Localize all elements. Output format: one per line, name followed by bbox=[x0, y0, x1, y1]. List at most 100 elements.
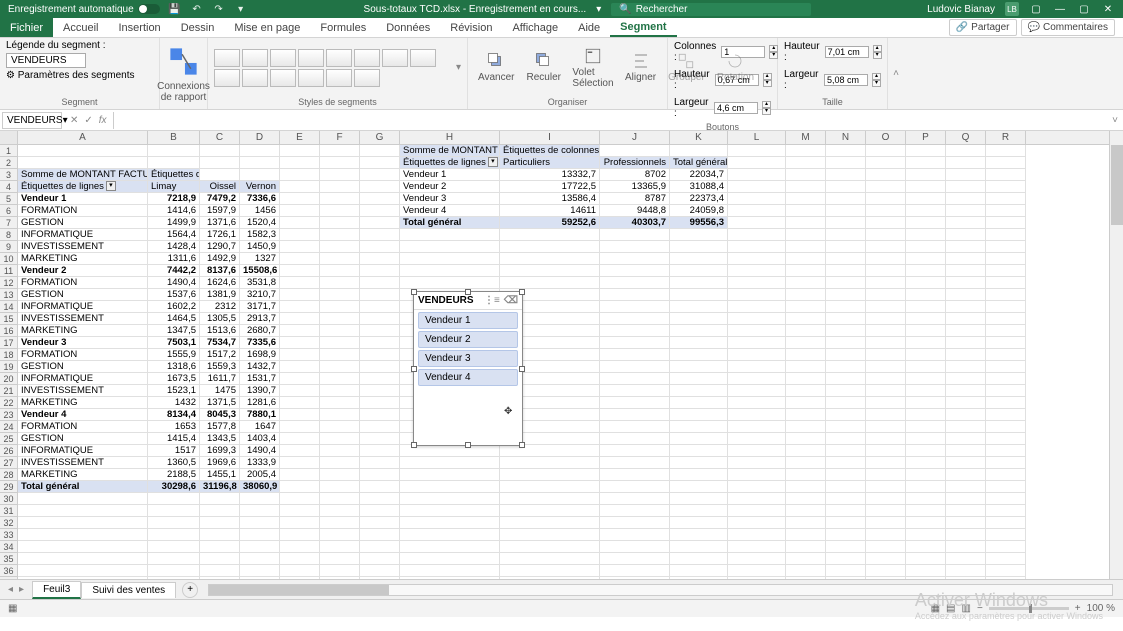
cell[interactable] bbox=[280, 373, 320, 385]
row-header[interactable]: 26 bbox=[0, 445, 18, 457]
row-header[interactable]: 32 bbox=[0, 517, 18, 529]
row-header[interactable]: 17 bbox=[0, 337, 18, 349]
cell[interactable] bbox=[400, 265, 500, 277]
vertical-scrollbar[interactable] bbox=[1109, 131, 1123, 579]
cell[interactable]: 8787 bbox=[600, 193, 670, 205]
cell[interactable]: INFORMATIQUE bbox=[18, 229, 148, 241]
slicer-item[interactable]: Vendeur 4 bbox=[418, 369, 518, 386]
cell[interactable] bbox=[906, 229, 946, 241]
cell[interactable]: FORMATION bbox=[18, 205, 148, 217]
cell[interactable] bbox=[866, 241, 906, 253]
cell[interactable]: 1555,9 bbox=[148, 349, 200, 361]
cell[interactable]: 1499,9 bbox=[148, 217, 200, 229]
cell[interactable]: MARKETING bbox=[18, 325, 148, 337]
cell[interactable] bbox=[320, 373, 360, 385]
cell[interactable]: 1432,7 bbox=[240, 361, 280, 373]
cell[interactable] bbox=[826, 277, 866, 289]
row-header[interactable]: 19 bbox=[0, 361, 18, 373]
cell[interactable] bbox=[600, 469, 670, 481]
col-header[interactable]: C bbox=[200, 131, 240, 144]
cell[interactable] bbox=[866, 421, 906, 433]
cell[interactable] bbox=[320, 469, 360, 481]
cell[interactable] bbox=[946, 541, 986, 553]
cell[interactable] bbox=[400, 553, 500, 565]
cell[interactable] bbox=[946, 409, 986, 421]
minimize-icon[interactable]: — bbox=[1053, 2, 1067, 16]
cell[interactable]: Total général bbox=[670, 157, 728, 169]
cell[interactable] bbox=[360, 373, 400, 385]
cell[interactable]: 8134,4 bbox=[148, 409, 200, 421]
row-header[interactable]: 11 bbox=[0, 265, 18, 277]
width-input[interactable] bbox=[824, 74, 868, 86]
cell[interactable]: 1415,4 bbox=[148, 433, 200, 445]
cell[interactable]: 1517 bbox=[148, 445, 200, 457]
cell[interactable] bbox=[360, 145, 400, 157]
enter-formula-icon[interactable]: ✓ bbox=[84, 115, 92, 126]
cell[interactable] bbox=[18, 145, 148, 157]
cell[interactable] bbox=[728, 349, 786, 361]
cell[interactable] bbox=[986, 373, 1026, 385]
cell[interactable] bbox=[670, 325, 728, 337]
cell[interactable] bbox=[986, 217, 1026, 229]
row-header[interactable]: 9 bbox=[0, 241, 18, 253]
cell[interactable] bbox=[728, 409, 786, 421]
cell[interactable] bbox=[866, 289, 906, 301]
cell[interactable]: 1428,4 bbox=[148, 241, 200, 253]
cell[interactable] bbox=[866, 253, 906, 265]
select-all-corner[interactable] bbox=[0, 131, 18, 144]
cell[interactable] bbox=[320, 577, 360, 579]
cell[interactable] bbox=[670, 421, 728, 433]
cell[interactable] bbox=[786, 265, 826, 277]
cell[interactable] bbox=[986, 277, 1026, 289]
cell[interactable] bbox=[906, 289, 946, 301]
cell[interactable]: Vendeur 3 bbox=[18, 337, 148, 349]
cell[interactable] bbox=[280, 253, 320, 265]
cell[interactable] bbox=[360, 481, 400, 493]
cell[interactable] bbox=[320, 301, 360, 313]
expand-formula-bar-icon[interactable]: ˅ bbox=[1107, 115, 1123, 126]
cell[interactable] bbox=[400, 529, 500, 541]
undo-icon[interactable]: ↶ bbox=[190, 2, 204, 16]
cell[interactable] bbox=[280, 193, 320, 205]
cell[interactable] bbox=[946, 277, 986, 289]
cell[interactable] bbox=[826, 145, 866, 157]
cell[interactable]: 22373,4 bbox=[670, 193, 728, 205]
cell[interactable]: 1520,4 bbox=[240, 217, 280, 229]
cell[interactable] bbox=[986, 445, 1026, 457]
cell[interactable] bbox=[826, 541, 866, 553]
cell[interactable] bbox=[786, 541, 826, 553]
cell[interactable] bbox=[946, 241, 986, 253]
cell[interactable] bbox=[360, 505, 400, 517]
cell[interactable] bbox=[728, 337, 786, 349]
cell[interactable] bbox=[728, 517, 786, 529]
cell[interactable] bbox=[866, 325, 906, 337]
cell[interactable] bbox=[320, 541, 360, 553]
cell[interactable]: INVESTISSEMENT bbox=[18, 241, 148, 253]
cell[interactable] bbox=[320, 397, 360, 409]
cell[interactable] bbox=[148, 553, 200, 565]
cell[interactable] bbox=[866, 373, 906, 385]
cell[interactable] bbox=[360, 313, 400, 325]
cell[interactable] bbox=[280, 301, 320, 313]
cell[interactable] bbox=[866, 169, 906, 181]
cell[interactable]: 1577,8 bbox=[200, 421, 240, 433]
cell[interactable] bbox=[360, 517, 400, 529]
cell[interactable] bbox=[786, 325, 826, 337]
cell[interactable] bbox=[148, 577, 200, 579]
cell[interactable]: 1537,6 bbox=[148, 289, 200, 301]
tab-file[interactable]: Fichier bbox=[0, 18, 53, 37]
cell[interactable]: 1371,5 bbox=[200, 397, 240, 409]
cell[interactable] bbox=[400, 469, 500, 481]
cell[interactable] bbox=[600, 385, 670, 397]
cell[interactable] bbox=[500, 481, 600, 493]
cell[interactable] bbox=[360, 553, 400, 565]
cell[interactable] bbox=[728, 145, 786, 157]
cell[interactable] bbox=[148, 541, 200, 553]
cell[interactable]: 1347,5 bbox=[148, 325, 200, 337]
cell[interactable] bbox=[826, 349, 866, 361]
cell[interactable]: Somme de MONTANT FACTURE bbox=[400, 145, 500, 157]
cell[interactable] bbox=[280, 349, 320, 361]
cell[interactable] bbox=[600, 337, 670, 349]
cell[interactable] bbox=[670, 433, 728, 445]
cell[interactable] bbox=[786, 205, 826, 217]
